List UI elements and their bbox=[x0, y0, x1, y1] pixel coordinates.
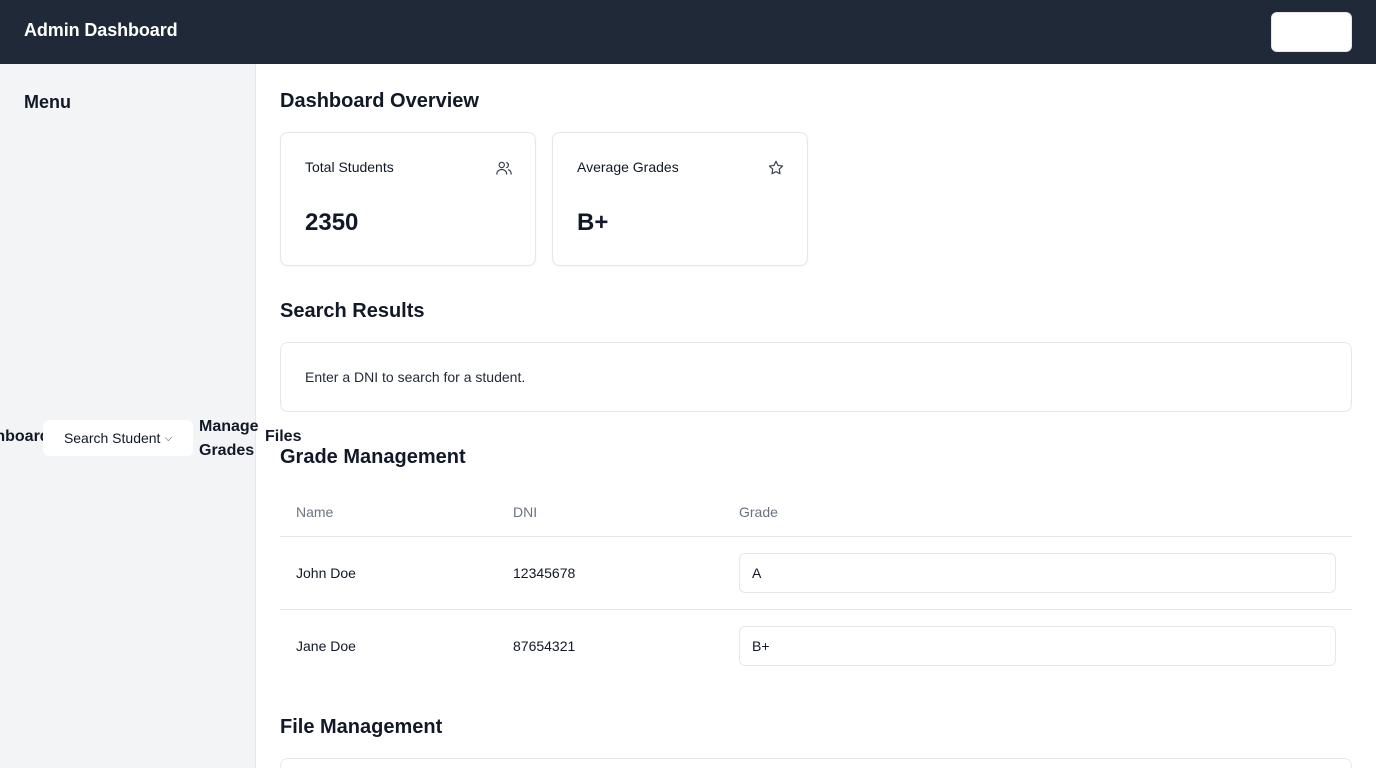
grade-input[interactable] bbox=[739, 626, 1336, 666]
stat-card-total-students: Total Students 2350 bbox=[280, 132, 536, 266]
search-results-heading: Search Results bbox=[280, 300, 425, 322]
stat-label: Average Grades bbox=[577, 159, 679, 175]
search-results-panel: Enter a DNI to search for a student. bbox=[280, 342, 1352, 412]
nav-item-manage-grades[interactable]: Manage Grades bbox=[199, 415, 263, 463]
column-header-grade: Grade bbox=[739, 504, 778, 520]
file-management-heading: File Management bbox=[280, 716, 443, 738]
student-name: John Doe bbox=[296, 565, 356, 581]
stat-label: Total Students bbox=[305, 159, 394, 175]
file-management-panel bbox=[280, 758, 1352, 768]
nav-item-search-student[interactable]: Search Student ⌵ bbox=[43, 420, 193, 456]
table-row: Jane Doe 87654321 bbox=[280, 610, 1352, 683]
chevron-down-icon: ⌵ bbox=[164, 432, 173, 444]
app-title: Admin Dashboard bbox=[24, 20, 178, 40]
table-row: John Doe 12345678 bbox=[280, 537, 1352, 610]
student-name: Jane Doe bbox=[296, 638, 356, 654]
stat-card-average-grades: Average Grades B+ bbox=[552, 132, 808, 266]
overview-heading: Dashboard Overview bbox=[280, 90, 479, 112]
users-icon bbox=[496, 161, 512, 175]
main-content: Dashboard Overview Total Students 2350 A… bbox=[256, 64, 1376, 768]
grade-input[interactable] bbox=[739, 553, 1336, 593]
column-header-name: Name bbox=[296, 504, 334, 520]
student-dni: 87654321 bbox=[513, 638, 576, 654]
column-header-dni: DNI bbox=[513, 504, 538, 520]
grade-table: Name DNI Grade John Doe 12345678 Jane Do… bbox=[280, 492, 1352, 683]
top-bar: Admin Dashboard bbox=[0, 0, 1376, 64]
sidebar-title: Menu bbox=[24, 92, 71, 112]
nav-item-label: Search Student bbox=[63, 430, 161, 446]
grade-management-heading: Grade Management bbox=[280, 446, 466, 468]
user-menu-button[interactable] bbox=[1271, 12, 1352, 52]
star-icon bbox=[768, 160, 784, 175]
stat-value: B+ bbox=[577, 209, 609, 236]
search-results-message: Enter a DNI to search for a student. bbox=[305, 369, 526, 385]
student-dni: 12345678 bbox=[513, 565, 576, 581]
table-header: Name DNI Grade bbox=[280, 492, 1352, 537]
stat-value: 2350 bbox=[305, 209, 359, 236]
